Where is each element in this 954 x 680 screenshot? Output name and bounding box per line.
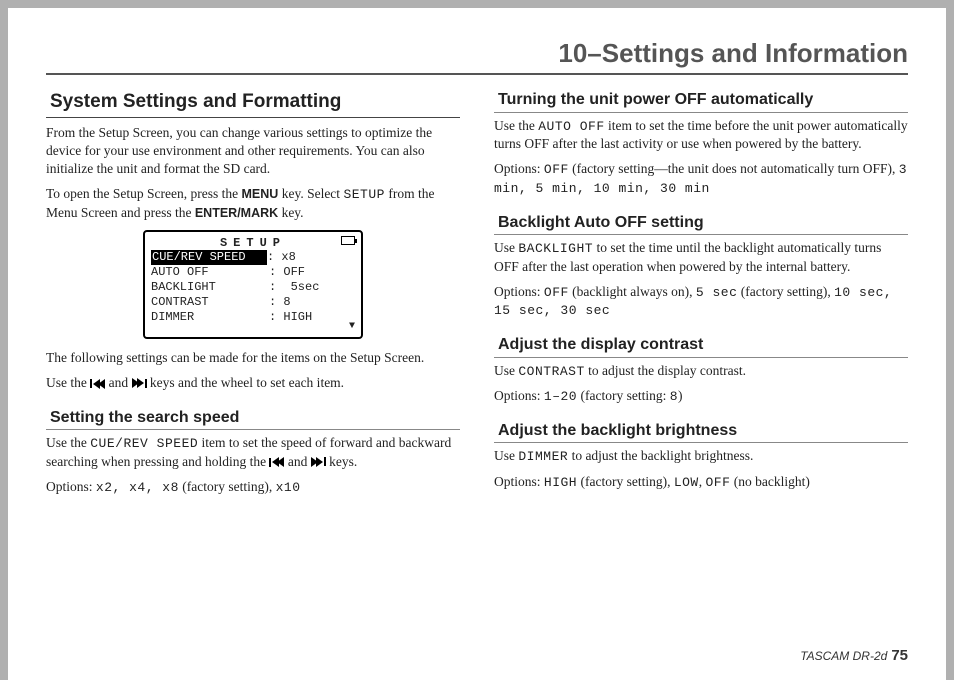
lcd-text: OFF — [705, 475, 730, 490]
skip-back-icon — [90, 379, 105, 389]
text: Use the — [46, 375, 90, 390]
text: ) — [678, 388, 683, 403]
text: (factory setting), — [577, 474, 674, 489]
text: keys. — [326, 454, 358, 469]
lcd-value: : HIGH — [269, 310, 312, 325]
text: to adjust the display contrast. — [585, 363, 746, 378]
section-heading: System Settings and Formatting — [46, 89, 460, 118]
text: (backlight always on), — [569, 284, 696, 299]
lcd-row: CUE/REV SPEED: x8 — [151, 250, 355, 265]
menu-key-label: MENU — [242, 187, 279, 201]
text: keys and the wheel to set each item. — [147, 375, 345, 390]
lcd-text: 8 — [670, 389, 678, 404]
lcd-text: 1–20 — [544, 389, 577, 404]
body-text: Use the CUE/REV SPEED item to set the sp… — [46, 434, 460, 471]
text: Options: — [46, 479, 96, 494]
text: (factory setting), — [737, 284, 834, 299]
lcd-text: 5 sec — [696, 285, 738, 300]
lcd-label: CONTRAST — [151, 295, 269, 310]
enter-key-label: ENTER/MARK — [195, 206, 278, 220]
text: Options: — [494, 161, 544, 176]
lcd-screen: SETUP CUE/REV SPEED: x8 AUTO OFF: OFF BA… — [143, 230, 363, 339]
lcd-screenshot: SETUP CUE/REV SPEED: x8 AUTO OFF: OFF BA… — [46, 230, 460, 339]
lcd-value: : 8 — [269, 295, 291, 310]
text: (no backlight) — [730, 474, 809, 489]
two-column-layout: System Settings and Formatting From the … — [46, 89, 908, 503]
left-column: System Settings and Formatting From the … — [46, 89, 460, 503]
lcd-text: CUE/REV SPEED — [90, 436, 198, 451]
lcd-text: CONTRAST — [518, 364, 584, 379]
lcd-row: BACKLIGHT: 5sec — [151, 280, 355, 295]
body-text: The following settings can be made for t… — [46, 349, 460, 367]
lcd-text: SETUP — [343, 187, 385, 202]
subsection-heading: Turning the unit power OFF automatically — [494, 89, 908, 113]
lcd-label: CUE/REV SPEED — [151, 250, 267, 265]
body-text: Use the AUTO OFF item to set the time be… — [494, 117, 908, 154]
text: and — [105, 375, 131, 390]
lcd-text: BACKLIGHT — [518, 241, 593, 256]
chapter-title: 10–Settings and Information — [46, 36, 908, 75]
subsection-heading: Setting the search speed — [46, 407, 460, 431]
subsection-heading: Adjust the backlight brightness — [494, 420, 908, 444]
lcd-title: SETUP — [220, 236, 286, 251]
manual-page: 10–Settings and Information System Setti… — [8, 8, 946, 680]
text: To open the Setup Screen, press the — [46, 186, 242, 201]
text: (factory setting—the unit does not autom… — [569, 161, 899, 176]
skip-forward-icon — [311, 457, 326, 467]
lcd-text: OFF — [544, 162, 569, 177]
lcd-value: : OFF — [269, 265, 305, 280]
body-text: Use the and keys and the wheel to set ea… — [46, 374, 460, 392]
lcd-text: x10 — [276, 480, 301, 495]
lcd-text: DIMMER — [518, 449, 568, 464]
text: Options: — [494, 284, 544, 299]
product-name: TASCAM DR-2d — [800, 649, 887, 663]
page-number: 75 — [891, 647, 908, 664]
body-text: Options: x2, x4, x8 (factory setting), x… — [46, 478, 460, 497]
text: Use — [494, 363, 518, 378]
body-text: Options: 1–20 (factory setting: 8) — [494, 387, 908, 406]
text: Use the — [46, 435, 90, 450]
text: Use the — [494, 118, 538, 133]
lcd-label: BACKLIGHT — [151, 280, 269, 295]
right-column: Turning the unit power OFF automatically… — [494, 89, 908, 503]
lcd-label: AUTO OFF — [151, 265, 269, 280]
lcd-row: AUTO OFF: OFF — [151, 265, 355, 280]
text: key. Select — [278, 186, 343, 201]
text: key. — [278, 205, 303, 220]
text: Use — [494, 448, 518, 463]
body-text: Options: OFF (backlight always on), 5 se… — [494, 283, 908, 320]
text: (factory setting), — [179, 479, 276, 494]
body-text: Options: OFF (factory setting—the unit d… — [494, 160, 908, 197]
subsection-heading: Backlight Auto OFF setting — [494, 212, 908, 236]
body-text: Use BACKLIGHT to set the time until the … — [494, 239, 908, 276]
skip-forward-icon — [132, 378, 147, 388]
body-text: From the Setup Screen, you can change va… — [46, 124, 460, 179]
lcd-value: : 5sec — [269, 280, 319, 295]
subsection-heading: Adjust the display contrast — [494, 334, 908, 358]
lcd-label: DIMMER — [151, 310, 269, 325]
text: and — [284, 454, 310, 469]
lcd-text: AUTO OFF — [538, 119, 604, 134]
body-text: Use CONTRAST to adjust the display contr… — [494, 362, 908, 381]
text: to adjust the backlight brightness. — [568, 448, 753, 463]
skip-back-icon — [269, 457, 284, 467]
lcd-row: CONTRAST: 8 — [151, 295, 355, 310]
text: Options: — [494, 388, 544, 403]
text: Options: — [494, 474, 544, 489]
body-text: To open the Setup Screen, press the MENU… — [46, 185, 460, 222]
lcd-text: HIGH — [544, 475, 577, 490]
page-footer: TASCAM DR-2d 75 — [800, 646, 908, 666]
battery-icon — [341, 236, 355, 245]
lcd-text: OFF — [544, 285, 569, 300]
body-text: Use DIMMER to adjust the backlight brigh… — [494, 447, 908, 466]
lcd-value: : x8 — [267, 250, 296, 265]
body-text: Options: HIGH (factory setting), LOW, OF… — [494, 473, 908, 492]
text: (factory setting: — [577, 388, 670, 403]
lcd-text: LOW — [674, 475, 699, 490]
text: Use — [494, 240, 518, 255]
lcd-text: x2, x4, x8 — [96, 480, 179, 495]
